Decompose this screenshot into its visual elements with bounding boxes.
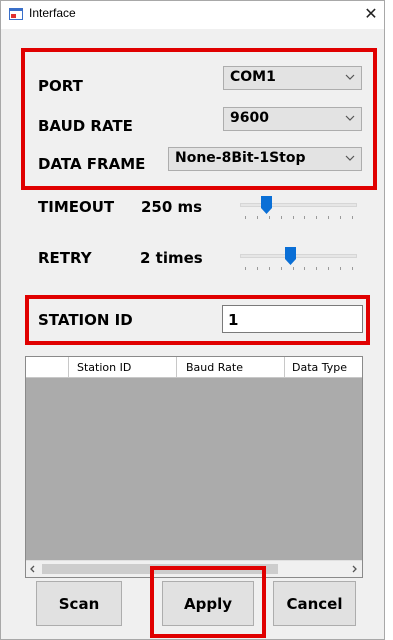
- timeout-value: 250 ms: [141, 198, 203, 216]
- slider-tick: [257, 267, 258, 270]
- port-value: COM1: [230, 69, 276, 85]
- column-header-station-id[interactable]: Station ID: [77, 361, 131, 374]
- timeout-slider[interactable]: [240, 196, 357, 222]
- close-icon[interactable]: ✕: [358, 1, 384, 29]
- slider-tick: [281, 216, 282, 219]
- slider-tick: [293, 216, 294, 219]
- slider-tick: [269, 216, 270, 219]
- column-separator: [176, 357, 177, 377]
- slider-tick: [281, 267, 282, 270]
- slider-tick: [304, 216, 305, 219]
- grid-header: Station ID Baud Rate Data Type: [26, 357, 362, 378]
- scroll-left-icon[interactable]: [28, 564, 38, 574]
- column-header-data-type[interactable]: Data Type: [292, 361, 347, 374]
- chevron-down-icon: [345, 74, 355, 80]
- port-select[interactable]: COM1: [223, 66, 362, 90]
- baud-rate-value: 9600: [230, 110, 269, 126]
- slider-tick: [352, 216, 353, 219]
- station-id-input[interactable]: 1: [222, 305, 363, 333]
- window-title: Interface: [29, 6, 76, 20]
- slider-tick: [340, 267, 341, 270]
- station-id-label: STATION ID: [38, 311, 133, 329]
- data-frame-select[interactable]: None-8Bit-1Stop: [168, 147, 362, 171]
- apply-button[interactable]: Apply: [162, 581, 254, 626]
- slider-thumb-icon[interactable]: [261, 196, 272, 214]
- slider-tick: [328, 267, 329, 270]
- retry-value: 2 times: [140, 249, 203, 267]
- slider-tick: [293, 267, 294, 270]
- slider-tick: [269, 267, 270, 270]
- retry-label: RETRY: [38, 249, 92, 267]
- slider-tick: [316, 267, 317, 270]
- timeout-label: TIMEOUT: [38, 198, 115, 216]
- scroll-right-icon[interactable]: [349, 564, 359, 574]
- scan-button[interactable]: Scan: [36, 581, 122, 626]
- app-window-icon: [9, 8, 23, 20]
- station-grid[interactable]: Station ID Baud Rate Data Type: [25, 356, 363, 578]
- retry-slider[interactable]: [240, 247, 357, 273]
- cancel-button[interactable]: Cancel: [273, 581, 356, 626]
- slider-tick: [316, 216, 317, 219]
- column-header-baud-rate[interactable]: Baud Rate: [186, 361, 243, 374]
- data-frame-label: DATA FRAME: [38, 155, 146, 173]
- slider-tick: [245, 216, 246, 219]
- slider-thumb-icon[interactable]: [285, 247, 296, 265]
- chevron-down-icon: [345, 115, 355, 121]
- port-label: PORT: [38, 77, 83, 95]
- baud-rate-select[interactable]: 9600: [223, 107, 362, 131]
- baud-rate-label: BAUD RATE: [38, 117, 133, 135]
- chevron-down-icon: [345, 155, 355, 161]
- slider-tick: [340, 216, 341, 219]
- data-frame-value: None-8Bit-1Stop: [175, 150, 306, 166]
- slider-tick: [304, 267, 305, 270]
- column-separator: [68, 357, 69, 377]
- slider-tick: [328, 216, 329, 219]
- station-id-value: 1: [228, 311, 239, 329]
- slider-tick: [352, 267, 353, 270]
- slider-tick: [257, 216, 258, 219]
- slider-tick: [245, 267, 246, 270]
- column-separator: [284, 357, 285, 377]
